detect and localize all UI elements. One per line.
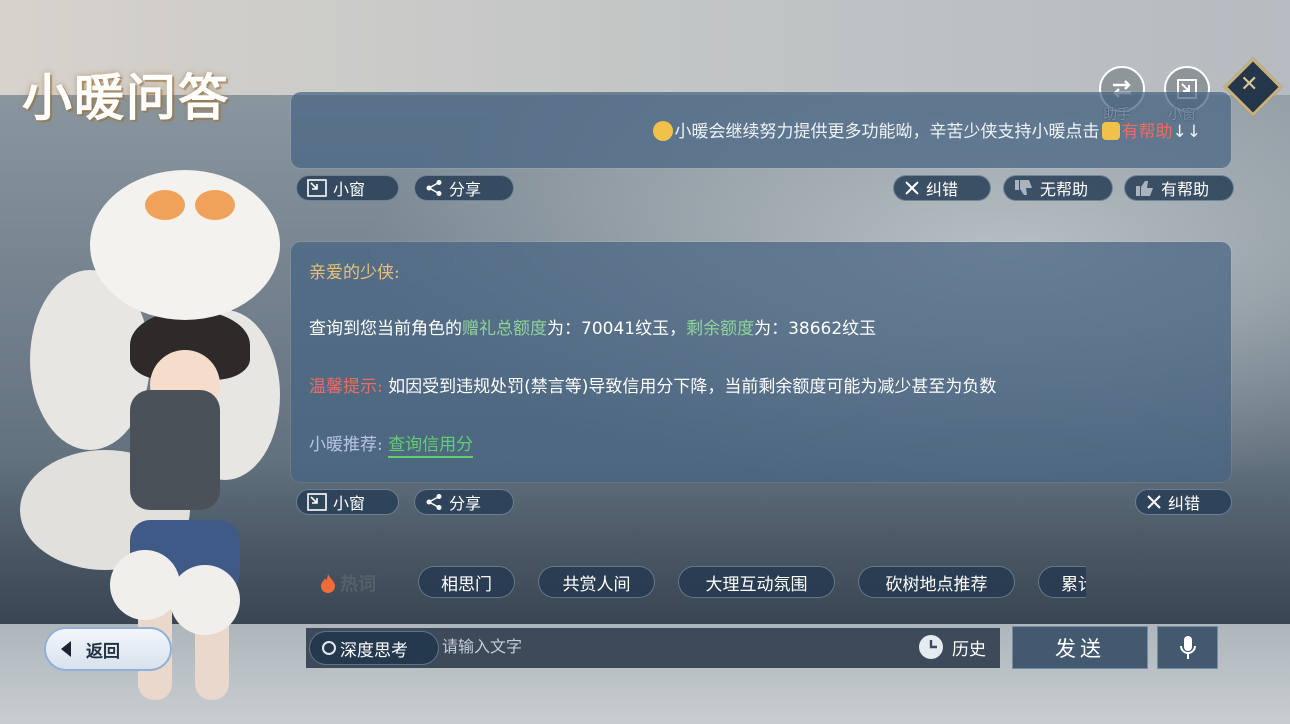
minimize-window-icon <box>307 493 327 511</box>
correct-label: 纠错 <box>1168 494 1201 513</box>
message-text: 小暖会继续努力提供更多功能呦，辛苦少侠支持小暖点击 有帮助↓↓ <box>652 117 1202 142</box>
back-button[interactable]: 返回 <box>44 627 172 671</box>
hot-word-chip[interactable]: 大理互动氛围 <box>678 566 835 598</box>
remaining-quota-label: 剩余额度 <box>686 319 755 339</box>
voice-input-button[interactable] <box>1157 626 1218 669</box>
hot-word-chip[interactable]: 砍树地点推荐 <box>858 566 1015 598</box>
recommendation-line: 小暖推荐: 查询信用分 <box>309 430 474 458</box>
history-button[interactable]: 历史 <box>918 634 986 660</box>
correct-error-button[interactable]: 纠错 <box>1135 489 1232 515</box>
recommendation-label: 小暖推荐: <box>309 435 383 455</box>
helpful-button[interactable]: 有帮助 <box>1124 175 1234 201</box>
message-input[interactable] <box>442 632 892 664</box>
thumbs-down-icon <box>1015 180 1032 195</box>
deep-think-label: 深度思考 <box>340 640 408 661</box>
hot-word-chip[interactable]: 共赏人间 <box>538 566 655 598</box>
hot-word-chip[interactable]: 累计 <box>1038 566 1086 598</box>
microphone-icon <box>1179 635 1196 659</box>
mascot-illustration <box>20 150 290 700</box>
greeting-text: 亲爱的少侠: <box>309 263 400 283</box>
warning-text: 如因受到违规处罚(禁言等)导致信用分下降，当前剩余额度可能为减少甚至为负数 <box>382 377 997 397</box>
share-icon <box>426 494 442 510</box>
thumbs-up-icon <box>1136 181 1153 196</box>
history-label: 历史 <box>952 639 986 660</box>
fire-icon <box>321 574 335 593</box>
minimize-window-icon <box>307 179 327 197</box>
hot-words-text: 热词 <box>340 574 376 595</box>
query-credit-score-link[interactable]: 查询信用分 <box>388 435 474 458</box>
hot-words-label: 热词 <box>320 570 376 596</box>
message-text-suffix: ↓↓ <box>1172 122 1202 142</box>
not-helpful-label: 无帮助 <box>1040 180 1089 199</box>
clock-icon <box>919 635 943 659</box>
quota-text-1: 查询到您当前角色的 <box>309 319 462 339</box>
deep-think-toggle[interactable]: 深度思考 <box>309 631 439 665</box>
share-label: 分享 <box>449 180 482 199</box>
hot-word-chip[interactable]: 相思门 <box>418 566 515 598</box>
chat-message-1: 小暖会继续努力提供更多功能呦，辛苦少侠支持小暖点击 有帮助↓↓ <box>291 92 1231 168</box>
send-label: 发送 <box>1055 636 1105 661</box>
blush-emoji-icon <box>652 121 673 141</box>
close-icon <box>1147 495 1161 509</box>
correct-label: 纠错 <box>926 180 959 199</box>
helpful-label: 有帮助 <box>1161 180 1210 199</box>
message-highlight: 有帮助 <box>1121 122 1173 142</box>
total-gift-quota-label: 赠礼总额度 <box>462 319 547 339</box>
close-icon <box>905 181 919 195</box>
send-button[interactable]: 发送 <box>1012 626 1148 669</box>
warning-line: 温馨提示: 如因受到违规处罚(禁言等)导致信用分下降，当前剩余额度可能为减少甚至… <box>309 372 996 397</box>
thumbs-up-emoji-icon <box>1101 122 1120 140</box>
share-button[interactable]: 分享 <box>414 175 514 201</box>
small-window-label: 小窗 <box>333 494 366 513</box>
correct-error-button[interactable]: 纠错 <box>893 175 991 201</box>
quota-info-line: 查询到您当前角色的赠礼总额度为：70041纹玉，剩余额度为：38662纹玉 <box>309 314 876 339</box>
page-title: 小暖问答 <box>22 68 230 127</box>
quota-text-2: 为：70041纹玉， <box>547 319 687 339</box>
radio-circle-icon <box>322 641 336 655</box>
small-window-button[interactable]: 小窗 <box>296 489 399 515</box>
back-arrow-icon <box>61 641 71 657</box>
quota-text-3: 为：38662纹玉 <box>754 319 877 339</box>
chat-message-2: 亲爱的少侠: 查询到您当前角色的赠礼总额度为：70041纹玉，剩余额度为：386… <box>291 242 1231 482</box>
small-window-button[interactable]: 小窗 <box>296 175 399 201</box>
hot-words-row: 相思门 共赏人间 大理互动氛围 砍树地点推荐 累计 <box>418 566 1086 600</box>
warning-label: 温馨提示: <box>309 377 383 397</box>
back-label: 返回 <box>86 641 120 662</box>
share-icon <box>426 180 442 196</box>
message-text-prefix: 小暖会继续努力提供更多功能呦，辛苦少侠支持小暖点击 <box>674 122 1100 142</box>
share-label: 分享 <box>449 494 482 513</box>
small-window-label: 小窗 <box>333 180 366 199</box>
not-helpful-button[interactable]: 无帮助 <box>1003 175 1113 201</box>
close-icon: ✕ <box>1240 72 1259 97</box>
share-button[interactable]: 分享 <box>414 489 514 515</box>
